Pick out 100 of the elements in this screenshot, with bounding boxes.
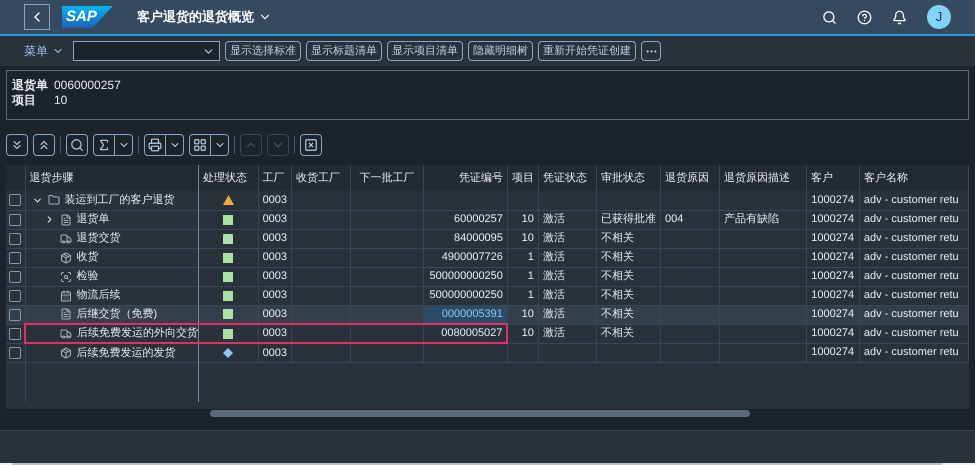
package-icon xyxy=(60,346,72,359)
table-cell-text: adv - customer retu xyxy=(864,194,959,206)
more-button[interactable] xyxy=(641,41,661,61)
table-cell-text: 1000274 xyxy=(811,289,854,302)
toolbar-button[interactable]: 重新开始凭证创建 xyxy=(538,41,636,61)
row-checkbox[interactable] xyxy=(9,328,21,340)
step-label[interactable]: 后续免费发运的发货 xyxy=(76,344,176,361)
table-cell-text: 1000274 xyxy=(811,213,854,226)
column-header[interactable]: 审批状态 xyxy=(596,165,661,191)
app-title-menu[interactable]: 客户退货的退货概览 xyxy=(136,7,272,27)
close-icon xyxy=(304,138,318,152)
toolbar-button[interactable]: 显示项目清单 xyxy=(387,41,463,61)
package-icon xyxy=(60,252,72,264)
row-checkbox[interactable] xyxy=(9,308,21,320)
row-checkbox[interactable] xyxy=(9,194,21,206)
table-cell-text: 1000274 xyxy=(811,270,854,282)
dropdown-button[interactable] xyxy=(115,134,133,156)
column-header[interactable]: 退货原因描述 xyxy=(719,165,807,191)
column-header[interactable]: 凭证编号 xyxy=(423,165,508,191)
document-icon xyxy=(60,214,72,226)
column-header[interactable]: 工厂 xyxy=(258,165,292,191)
table-cell-text: 1000274 xyxy=(811,194,854,206)
search-icon xyxy=(70,138,84,152)
document-number: 60000257 xyxy=(454,213,503,226)
field-value: 0060000257 xyxy=(54,78,121,93)
toolbar-button[interactable]: 显示选择标准 xyxy=(225,41,301,61)
avatar[interactable]: J xyxy=(927,5,951,29)
horizontal-scrollbar[interactable] xyxy=(210,410,750,417)
row-checkbox[interactable] xyxy=(9,214,21,226)
table-cell-text: 10 xyxy=(522,232,534,244)
close-button[interactable] xyxy=(300,134,322,156)
menu-button[interactable]: 菜单 xyxy=(24,42,64,60)
notification-icon[interactable] xyxy=(892,10,907,24)
column-header[interactable]: 项目 xyxy=(507,165,538,191)
field-label: 退货单 xyxy=(12,78,48,93)
column-header[interactable]: 凭证状态 xyxy=(538,165,597,191)
column-header[interactable]: 下一批工厂 xyxy=(350,165,424,191)
collapse-all-button[interactable] xyxy=(33,134,55,156)
document-number: 500000000250 xyxy=(430,270,503,282)
step-label[interactable]: 退货交货 xyxy=(76,230,120,247)
search-icon[interactable] xyxy=(822,10,837,24)
row-checkbox[interactable] xyxy=(9,270,21,282)
table-cell-text: 不相关 xyxy=(601,270,634,282)
table-cell-text: 产品有缺陷 xyxy=(724,213,779,226)
magnifier-icon xyxy=(60,270,72,282)
step-label[interactable]: 物流后续 xyxy=(76,287,120,304)
table-cell-text: 激活 xyxy=(542,327,565,340)
table-cell-text: 1 xyxy=(528,270,534,282)
table-cell-text: 1000274 xyxy=(811,251,854,264)
step-label[interactable]: 检验 xyxy=(76,268,98,285)
column-header[interactable]: 退货原因 xyxy=(660,165,720,191)
toolbar-button[interactable]: 隐藏明细树 xyxy=(468,41,533,61)
table-cell-text: 1000274 xyxy=(811,308,854,320)
table-cell-text: 0003 xyxy=(262,289,288,302)
table-cell-text: 0003 xyxy=(262,194,288,206)
table-cell-text: adv - customer retu xyxy=(864,232,959,244)
step-label[interactable]: 后继交货（免费) xyxy=(76,306,158,322)
document-number: 0080005027 xyxy=(441,327,502,340)
row-checkbox[interactable] xyxy=(9,232,21,244)
column-header[interactable]: 客户 xyxy=(806,165,860,191)
row-checkbox[interactable] xyxy=(9,252,21,264)
sum-button[interactable] xyxy=(93,134,115,156)
back-button[interactable] xyxy=(24,4,50,30)
table-cell-text: 10 xyxy=(522,213,534,226)
table-cell-text: 已获得批准 xyxy=(601,213,656,226)
table-cell-text: adv - customer retu xyxy=(864,346,959,358)
search-button[interactable] xyxy=(66,134,88,156)
row-checkbox[interactable] xyxy=(9,290,21,302)
command-field[interactable] xyxy=(73,41,220,61)
expand-all-button[interactable] xyxy=(6,134,28,156)
column-header[interactable]: 处理状态 xyxy=(198,165,258,191)
table-cell-text: 0003 xyxy=(262,270,288,282)
step-label[interactable]: 退货单 xyxy=(76,211,110,228)
column-header[interactable]: 客户名称 xyxy=(859,165,968,191)
column-header[interactable]: 收货工厂 xyxy=(292,165,350,191)
document-number: 500000000250 xyxy=(430,289,503,302)
help-icon[interactable] xyxy=(857,10,872,24)
dropdown-button[interactable] xyxy=(166,134,184,156)
table-cell-text: 10 xyxy=(522,327,534,340)
logo: SAP xyxy=(62,6,113,28)
print-button[interactable] xyxy=(144,134,166,156)
printer-icon xyxy=(148,138,162,152)
table-cell-text: 0003 xyxy=(262,251,288,264)
row-checkbox[interactable] xyxy=(9,346,21,358)
table-cell-text: adv - customer retu xyxy=(864,213,959,226)
dropdown-button[interactable] xyxy=(211,134,229,156)
table-cell-text: 激活 xyxy=(542,308,565,320)
document-number: 4900007726 xyxy=(442,251,503,264)
step-label[interactable]: 收货 xyxy=(76,249,98,266)
column-header[interactable]: 退货步骤 xyxy=(25,165,198,191)
table-cell-text: 1000274 xyxy=(811,327,854,340)
layout-button[interactable] xyxy=(189,134,211,156)
table-cell-text: 0003 xyxy=(262,327,288,340)
table-cell-text: 1 xyxy=(528,289,534,302)
step-label[interactable]: 装运到工厂的客户退货 xyxy=(64,192,174,208)
table-cell-text: adv - customer retu xyxy=(864,270,959,282)
toolbar-button[interactable]: 显示标题清单 xyxy=(306,41,382,61)
sigma-icon xyxy=(97,138,111,152)
table-cell-text: 激活 xyxy=(542,213,565,226)
table-cell-text: 激活 xyxy=(542,270,565,282)
